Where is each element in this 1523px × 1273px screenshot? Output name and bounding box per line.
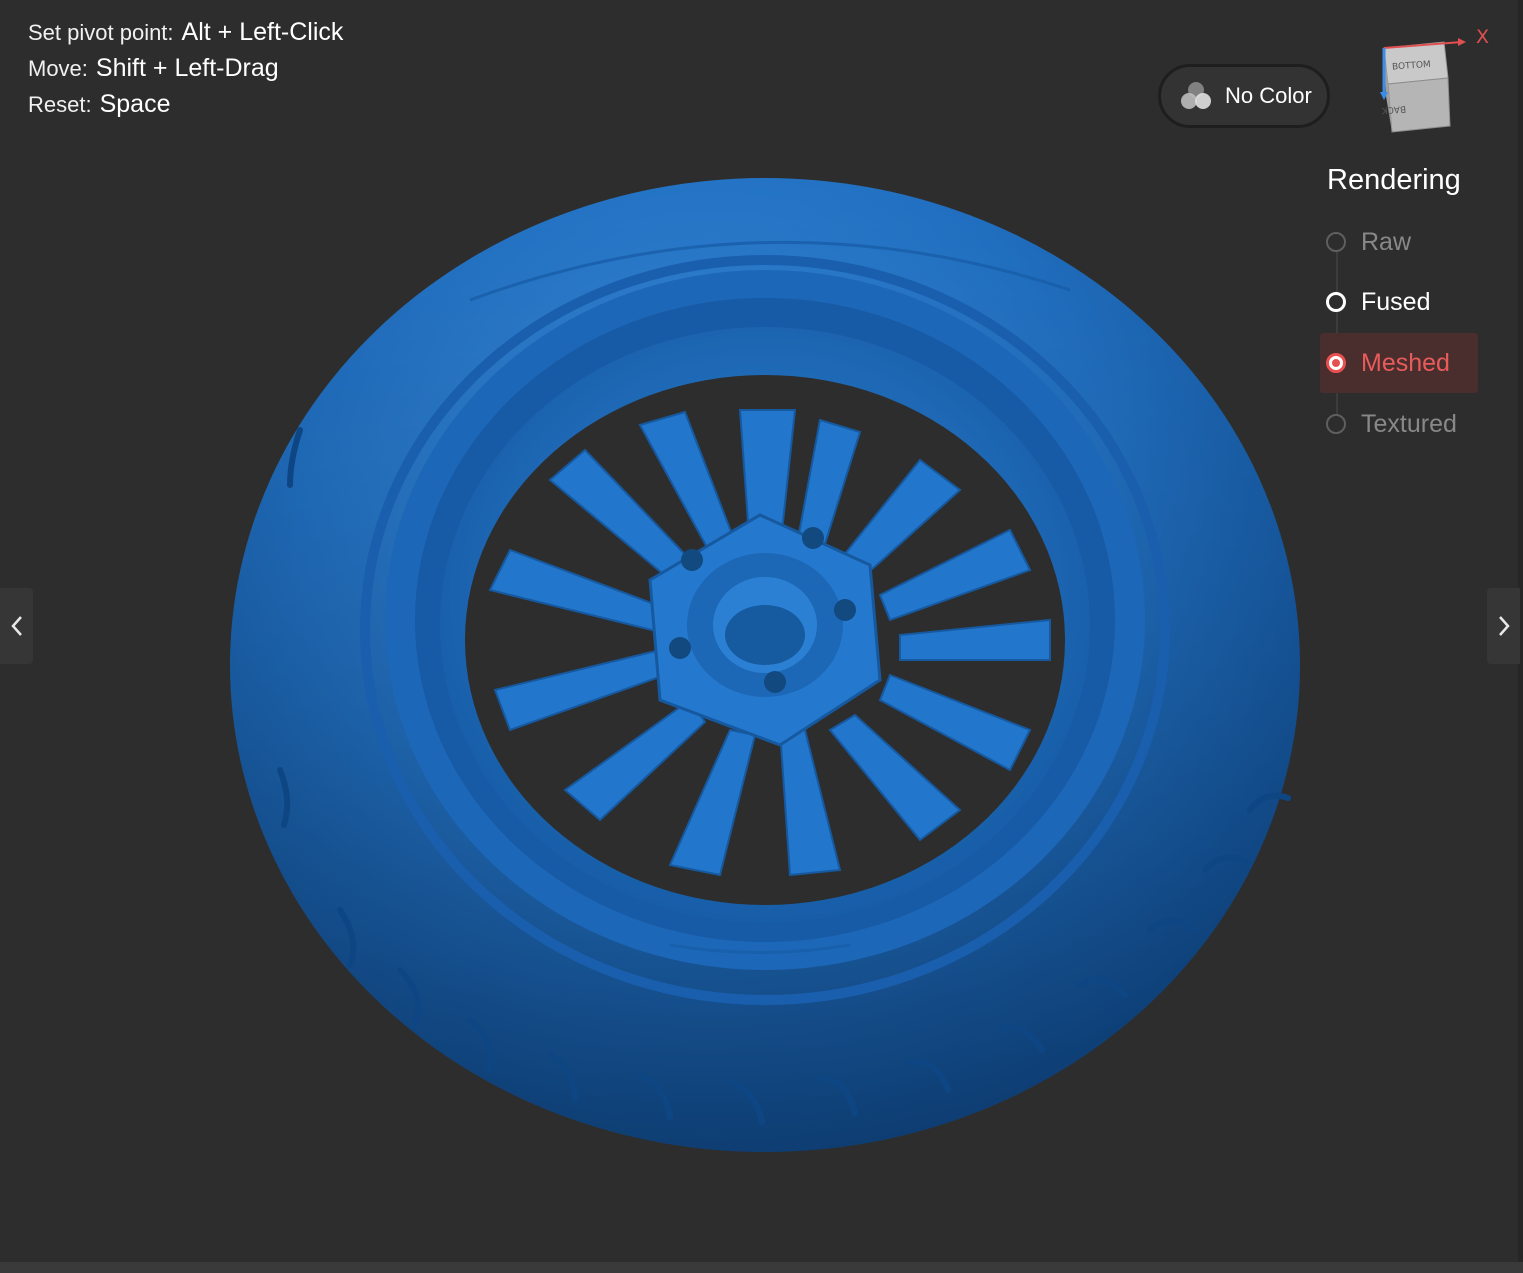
- color-button-label: No Color: [1225, 83, 1312, 108]
- axis-x-label: X: [1476, 26, 1489, 48]
- tire-wheel-model[interactable]: [220, 170, 1310, 1160]
- radio-icon: [1326, 414, 1346, 434]
- no-color-button[interactable]: No Color: [1158, 64, 1330, 128]
- radio-selected-icon: [1326, 353, 1346, 373]
- render-option-label: Meshed: [1361, 348, 1450, 377]
- render-option-label: Textured: [1361, 409, 1457, 438]
- view-cube[interactable]: BOTTOM BACK X: [1370, 26, 1495, 136]
- render-option-textured[interactable]: Textured: [1320, 394, 1478, 454]
- hint-label: Reset:: [28, 92, 92, 117]
- hint-label: Move:: [28, 56, 88, 81]
- control-hints: Set pivot point: Alt + Left-Click Move: …: [28, 18, 343, 126]
- render-option-fused[interactable]: Fused: [1320, 272, 1478, 332]
- rendering-title: Rendering: [1327, 164, 1461, 196]
- color-circles-icon: [1181, 82, 1211, 109]
- chevron-right-icon: [1498, 616, 1510, 636]
- chevron-left-icon: [10, 616, 22, 636]
- hint-reset: Reset: Space: [28, 90, 343, 126]
- hint-label: Set pivot point:: [28, 20, 174, 45]
- hint-move: Move: Shift + Left-Drag: [28, 54, 343, 90]
- hint-keys: Shift + Left-Drag: [95, 54, 279, 82]
- render-option-label: Raw: [1361, 227, 1412, 256]
- render-option-raw[interactable]: Raw: [1320, 212, 1478, 272]
- radio-icon: [1326, 232, 1346, 252]
- render-option-label: Fused: [1361, 287, 1431, 316]
- previous-button[interactable]: [0, 588, 33, 664]
- radio-icon: [1326, 292, 1346, 312]
- next-button[interactable]: [1487, 588, 1520, 664]
- cube-face-front: BACK: [1380, 103, 1406, 115]
- hint-keys: Alt + Left-Click: [181, 18, 344, 46]
- hint-pivot: Set pivot point: Alt + Left-Click: [28, 18, 343, 54]
- hint-keys: Space: [99, 90, 171, 118]
- render-option-meshed[interactable]: Meshed: [1320, 333, 1478, 393]
- window-edge-bottom: [0, 1262, 1523, 1273]
